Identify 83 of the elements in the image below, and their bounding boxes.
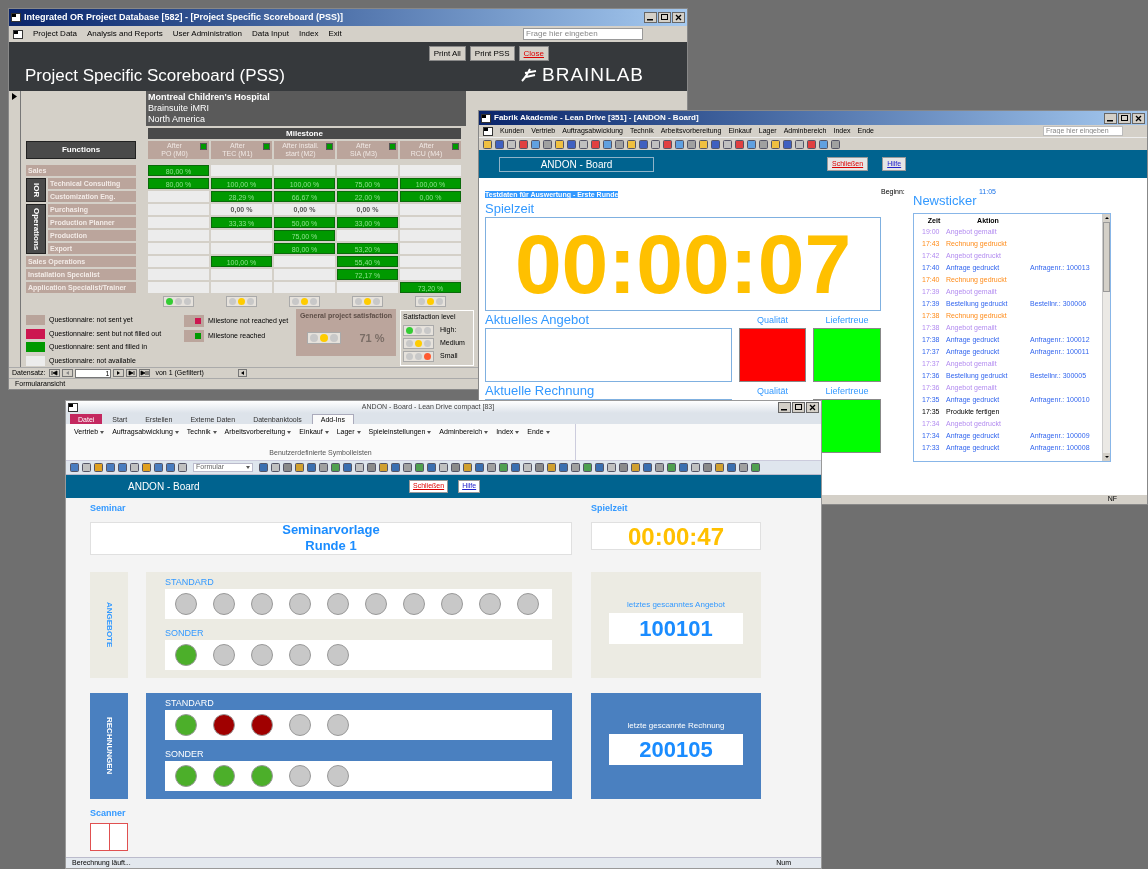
indicator-label: Liefertreue [824,385,870,398]
group-label: IOR [31,182,42,198]
scan-label: letzte gescannte Rechnung [627,719,725,732]
close-button[interactable] [672,12,685,23]
scan-label: letztes gescanntes Angebot [627,598,725,611]
record-selector-icon [12,93,17,100]
seminar-title: Runde 1 [305,538,357,554]
scan-value: 200105 [609,733,743,765]
section-heading: Aktuelle Rechnung [485,384,596,398]
caret-icon [356,430,361,434]
project-info-text: North America [148,114,207,125]
maximize-button[interactable] [658,12,671,23]
game-timer: 00:00:07 [485,217,881,311]
table-header: Functions [26,141,136,159]
minimize-button[interactable] [778,401,791,413]
caret-icon [246,466,250,469]
app-icon [13,29,23,39]
group-label: STANDARD [165,575,215,589]
next-record-button[interactable] [113,369,125,377]
section-label: Scanner [90,806,127,820]
board-title: ANDON - Board [128,480,201,494]
section-label: Spielzeit [591,502,629,515]
group-label: Operations [31,207,42,251]
logo-icon [520,67,538,84]
menu-item[interactable]: Data Input [252,28,289,40]
caret-icon [515,430,520,434]
seminar-title: Seminarvorlage [282,522,380,538]
scan-value: 100101 [609,612,743,644]
table-header: Milestone [148,128,461,139]
app-icon [483,126,493,136]
side-label: RECHNUNGEN [104,716,115,775]
scroll-down-button[interactable] [1103,453,1110,461]
window-title: Integrated OR Project Database [582] - [Project Specific Scoreboard (PSS)] [24,10,345,24]
board-title: ANDON - Board [499,156,654,172]
last-record-button[interactable] [126,369,138,377]
group-label: STANDARD [165,696,215,710]
scroll-left-button[interactable] [237,369,247,377]
caret-icon [484,430,489,434]
caret-icon [212,430,217,434]
side-label: ANGEBOTE [104,601,115,648]
menu-item[interactable]: Analysis and Reports [87,28,163,40]
group-label: SONDER [165,747,205,761]
new-record-button[interactable] [139,369,151,377]
scroll-up-button[interactable] [1103,214,1110,222]
print-button[interactable]: Print All [428,46,466,61]
page-heading: Project Specific Scoreboard (PSS) [25,64,285,87]
maximize-button[interactable] [1118,112,1131,124]
menu-item[interactable]: Index [298,28,319,40]
menu-item[interactable]: Project Data [33,28,78,40]
close-button[interactable] [1132,112,1145,124]
help-search-field[interactable]: Frage hier eingeben [523,28,643,40]
game-timer: 00:00:47 [591,521,761,550]
caret-icon [100,430,105,434]
first-record-button[interactable] [49,369,61,377]
caret-icon [545,430,550,434]
group-label: SONDER [165,626,205,640]
caret-icon [287,430,292,434]
section-heading: Aktuelles Angebot [485,313,591,327]
app-icon [481,113,491,123]
project-info-text: Montreal Children's Hospital [148,92,271,103]
print-button[interactable]: Print PSS [469,46,515,61]
indicator-label: Qualität [756,385,789,398]
window-title: Fabrik Akademie - Lean Drive [351] - [ANDON - Board] [494,112,700,124]
minimize-button[interactable] [1104,112,1117,124]
caret-icon [174,430,179,434]
indicator-label: Liefertreue [824,314,870,327]
section-heading: Spielzeit [485,201,536,217]
indicator-label: Qualität [756,314,789,327]
project-info-text: Brainsuite iMRI [148,103,211,114]
minimize-button[interactable] [644,12,657,23]
menu-item[interactable]: User Administration [172,28,242,40]
menu-item[interactable]: Exit [328,28,342,40]
satisfaction-value: 71 % [359,330,385,346]
scanner-field[interactable] [90,823,128,851]
caret-icon [427,430,432,434]
maximize-button[interactable] [792,401,805,413]
caret-icon [324,430,329,434]
app-icon [68,402,78,412]
section-heading: Newsticker [913,193,978,209]
app-icon [11,13,21,22]
logo-text: BRAINLAB [542,63,644,87]
close-button[interactable] [806,401,819,413]
section-label: Seminar [90,502,127,515]
